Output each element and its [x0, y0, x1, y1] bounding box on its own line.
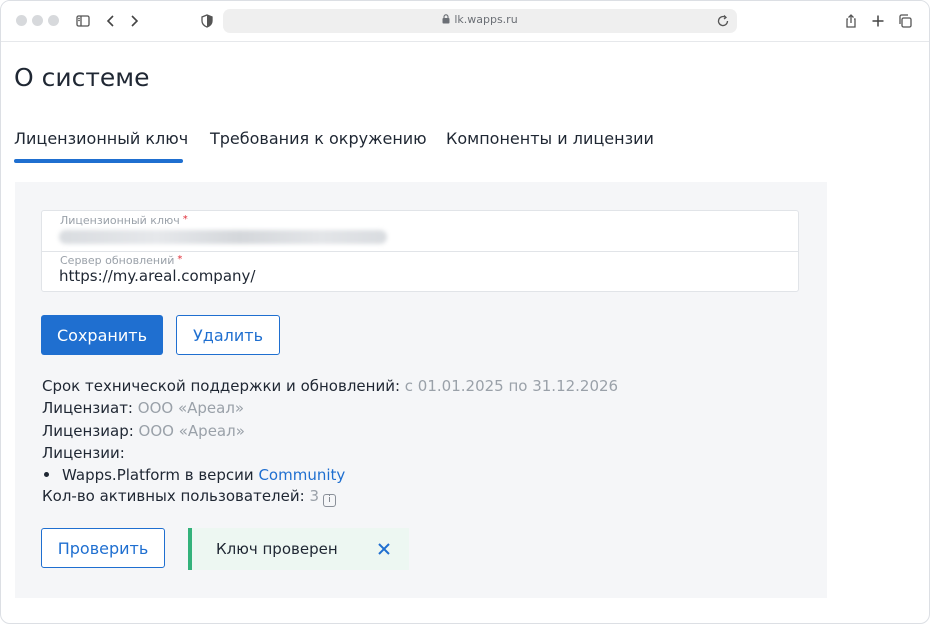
license-key-value-obscured[interactable] [59, 230, 387, 244]
new-tab-icon[interactable] [868, 11, 888, 31]
licenses-heading: Лицензии: [42, 444, 125, 462]
active-tab-indicator [14, 159, 183, 163]
browser-toolbar: lk.wapps.ru [1, 1, 929, 42]
save-button[interactable]: Сохранить [41, 315, 163, 355]
delete-button[interactable]: Удалить [176, 315, 280, 355]
required-mark: * [177, 254, 183, 265]
license-panel: Лицензионный ключ* Сервер обновлений* Со… [15, 182, 827, 598]
toast-message: Ключ проверен [216, 540, 338, 558]
address-bar[interactable]: lk.wapps.ru [223, 9, 737, 33]
update-server-input[interactable] [59, 267, 759, 285]
window-close-dot[interactable] [16, 15, 27, 26]
license-list-item: Wapps.Platform в версии Community [44, 466, 345, 484]
update-server-field[interactable]: Сервер обновлений * [42, 251, 798, 291]
lock-icon [442, 14, 450, 24]
info-icon[interactable]: i [323, 493, 336, 507]
tab-bar: Лицензионный ключ Требования к окружению… [14, 129, 914, 165]
share-icon[interactable] [841, 11, 861, 31]
browser-window: lk.wapps.ru О системе Лицензионный ключ … [0, 0, 930, 624]
forward-icon[interactable] [124, 11, 144, 31]
support-period-value: с 01.01.2025 по 31.12.2026 [404, 377, 619, 395]
tab-license-key[interactable]: Лицензионный ключ [14, 129, 188, 156]
tab-environment-requirements[interactable]: Требования к окружению [210, 129, 427, 156]
update-server-label: Сервер обновлений * [60, 254, 183, 267]
window-zoom-dot[interactable] [48, 15, 59, 26]
license-form: Лицензионный ключ * Сервер обновлений * [41, 210, 799, 292]
bullet-icon [44, 472, 49, 477]
tabs-icon[interactable] [895, 11, 915, 31]
licensee-value: ООО «Ареал» [137, 399, 245, 417]
licensee: Лицензиат: ООО «Ареал» [42, 399, 245, 417]
window-minimize-dot[interactable] [32, 15, 43, 26]
check-button[interactable]: Проверить [41, 528, 165, 568]
license-key-field[interactable]: Лицензионный ключ * [42, 211, 798, 252]
reload-icon[interactable] [715, 13, 731, 29]
sidebar-icon[interactable] [73, 11, 93, 31]
success-toast: Ключ проверен [188, 528, 409, 570]
license-key-label: Лицензионный ключ * [60, 214, 188, 227]
licensor-value: ООО «Ареал» [138, 422, 245, 440]
back-icon[interactable] [101, 11, 121, 31]
tab-components-and-licenses[interactable]: Компоненты и лицензии [446, 129, 654, 156]
address-bar-url: lk.wapps.ru [223, 13, 737, 26]
licensor: Лицензиар: ООО «Ареал» [42, 422, 245, 440]
shield-icon[interactable] [197, 11, 217, 31]
page-title: О системе [14, 63, 150, 92]
active-users: Кол-во активных пользователей: 3i [42, 487, 336, 507]
required-mark: * [182, 214, 188, 225]
close-icon[interactable] [376, 541, 392, 557]
support-period: Срок технической поддержки и обновлений:… [42, 377, 619, 395]
active-users-value: 3 [309, 487, 319, 505]
community-link[interactable]: Community [258, 466, 345, 484]
